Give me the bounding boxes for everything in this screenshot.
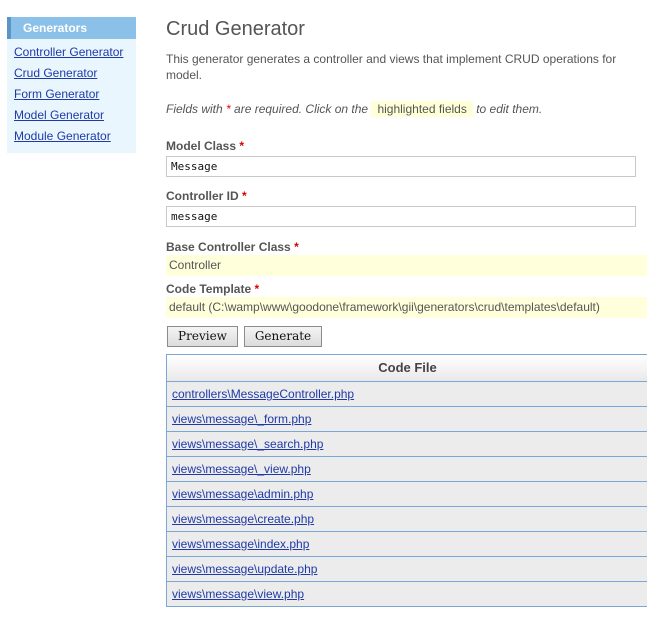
- table-row: views\message\_form.php: [167, 407, 647, 432]
- table-row: views\message\index.php: [167, 532, 647, 557]
- sidebar-item-crud-generator: Crud Generator: [14, 65, 136, 86]
- code-file-link[interactable]: views\message\update.php: [172, 562, 317, 576]
- preview-button[interactable]: Preview: [167, 326, 238, 347]
- table-row: views\message\view.php: [167, 582, 647, 607]
- code-file-link[interactable]: views\message\_search.php: [172, 437, 323, 451]
- note-suffix: to edit them.: [472, 102, 543, 116]
- sidebar-item-module-generator: Module Generator: [14, 128, 136, 149]
- required-star: *: [254, 282, 260, 296]
- sidebar-link-controller-generator[interactable]: Controller Generator: [14, 45, 123, 59]
- description-line-1: This generator generates a controller an…: [166, 52, 617, 66]
- base-controller-class-label: Base Controller Class *: [166, 240, 299, 254]
- model-class-input[interactable]: Message: [166, 156, 636, 177]
- generate-button[interactable]: Generate: [244, 326, 322, 347]
- code-file-link[interactable]: views\message\admin.php: [172, 487, 313, 501]
- code-file-link[interactable]: views\message\view.php: [172, 587, 304, 601]
- note-highlight: highlighted fields: [371, 101, 473, 117]
- required-note: Fields with * are required. Click on the…: [166, 101, 543, 117]
- table-row: controllers\MessageController.php: [167, 382, 647, 407]
- sidebar-link-crud-generator[interactable]: Crud Generator: [14, 66, 97, 80]
- note-middle: are required. Click on the: [230, 102, 372, 116]
- code-file-table: Code File controllers\MessageController.…: [166, 354, 647, 607]
- controller-id-label: Controller ID *: [166, 189, 247, 203]
- base-controller-class-field[interactable]: Controller: [166, 255, 647, 276]
- model-class-label: Model Class *: [166, 139, 244, 153]
- note-prefix: Fields with: [166, 102, 227, 116]
- sidebar-link-module-generator[interactable]: Module Generator: [14, 129, 111, 143]
- table-row: views\message\_view.php: [167, 457, 647, 482]
- sidebar-link-form-generator[interactable]: Form Generator: [14, 87, 99, 101]
- page-description: This generator generates a controller an…: [166, 51, 647, 83]
- sidebar-item-form-generator: Form Generator: [14, 86, 136, 107]
- required-star: *: [294, 240, 299, 254]
- required-star: *: [242, 189, 247, 203]
- code-template-field[interactable]: default (C:\wamp\www\goodone\framework\g…: [166, 297, 647, 318]
- table-row: views\message\create.php: [167, 507, 647, 532]
- code-file-link[interactable]: views\message\create.php: [172, 512, 314, 526]
- code-file-link[interactable]: views\message\_form.php: [172, 412, 311, 426]
- code-file-link[interactable]: views\message\index.php: [172, 537, 309, 551]
- table-row: views\message\admin.php: [167, 482, 647, 507]
- code-file-link[interactable]: controllers\MessageController.php: [172, 387, 354, 401]
- controller-id-input[interactable]: message: [166, 206, 636, 227]
- controller-id-label-text: Controller ID: [166, 189, 239, 203]
- table-row: views\message\_search.php: [167, 432, 647, 457]
- sidebar: Generators Controller Generator Crud Gen…: [7, 17, 136, 153]
- table-header: Code File: [167, 355, 647, 382]
- sidebar-link-model-generator[interactable]: Model Generator: [14, 108, 104, 122]
- table-row: views\message\update.php: [167, 557, 647, 582]
- sidebar-item-controller-generator: Controller Generator: [14, 44, 136, 65]
- description-line-2: model.: [166, 68, 203, 82]
- required-star: *: [239, 139, 245, 153]
- model-class-label-text: Model Class: [166, 139, 237, 153]
- sidebar-menu: Controller Generator Crud Generator Form…: [7, 39, 136, 149]
- code-file-link[interactable]: views\message\_view.php: [172, 462, 311, 476]
- base-controller-class-label-text: Base Controller Class: [166, 240, 291, 254]
- page-title: Crud Generator: [166, 18, 305, 40]
- sidebar-header: Generators: [7, 17, 136, 39]
- sidebar-item-model-generator: Model Generator: [14, 107, 136, 128]
- code-template-label-text: Code Template: [166, 282, 252, 296]
- code-template-label: Code Template *: [166, 282, 259, 296]
